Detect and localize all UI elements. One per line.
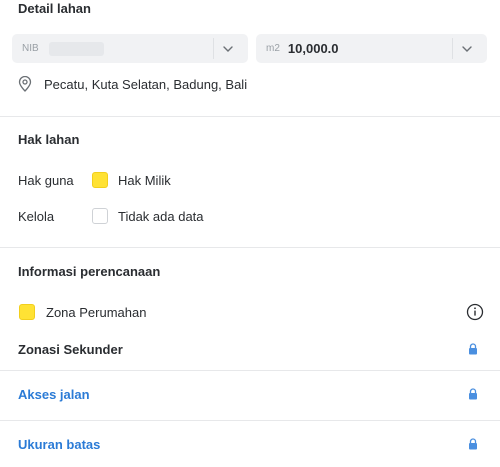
hak-guna-label: Hak guna (18, 173, 74, 188)
zonasi-sekunder-label[interactable]: Zonasi Sekunder (18, 342, 123, 357)
nib-prefix: NIB (22, 43, 39, 54)
kelola-color-swatch (92, 208, 108, 224)
area-prefix: m2 (266, 43, 280, 54)
lock-icon (469, 343, 477, 355)
location-row: Pecatu, Kuta Selatan, Badung, Bali (18, 76, 247, 92)
nib-redacted-value (48, 41, 104, 56)
info-icon[interactable] (466, 303, 484, 321)
hak-guna-color-swatch (92, 172, 108, 188)
chevron-down-icon[interactable] (218, 39, 238, 59)
kelola-value: Tidak ada data (118, 209, 204, 224)
zona-color-swatch (19, 304, 35, 320)
lock-icon (469, 388, 477, 400)
area-value: 10,000.0 (287, 41, 339, 56)
location-pin-icon (18, 76, 32, 92)
nib-separator (213, 38, 214, 59)
divider (0, 420, 500, 421)
kelola-label: Kelola (18, 209, 55, 224)
zona-value: Zona Perumahan (46, 305, 147, 320)
divider (0, 247, 500, 248)
detail-lahan-title: Detail lahan (18, 1, 91, 16)
lock-icon (469, 438, 477, 450)
location-text: Pecatu, Kuta Selatan, Badung, Bali (44, 76, 248, 92)
akses-jalan-link[interactable]: Akses jalan (18, 387, 90, 402)
informasi-perencanaan-title: Informasi perencanaan (18, 264, 161, 279)
hak-guna-value: Hak Milik (118, 173, 171, 188)
hak-lahan-title: Hak lahan (18, 132, 80, 147)
divider (0, 116, 500, 117)
divider (0, 370, 500, 371)
area-separator (452, 38, 453, 59)
area-dropdown[interactable]: m2 10,000.0 (256, 34, 487, 63)
land-detail-page: Detail lahan NIB m2 10,000.0 Pecatu, Kut… (0, 0, 500, 467)
nib-dropdown[interactable]: NIB (12, 34, 248, 63)
chevron-down-icon[interactable] (457, 39, 477, 59)
ukuran-batas-link[interactable]: Ukuran batas (18, 437, 100, 452)
